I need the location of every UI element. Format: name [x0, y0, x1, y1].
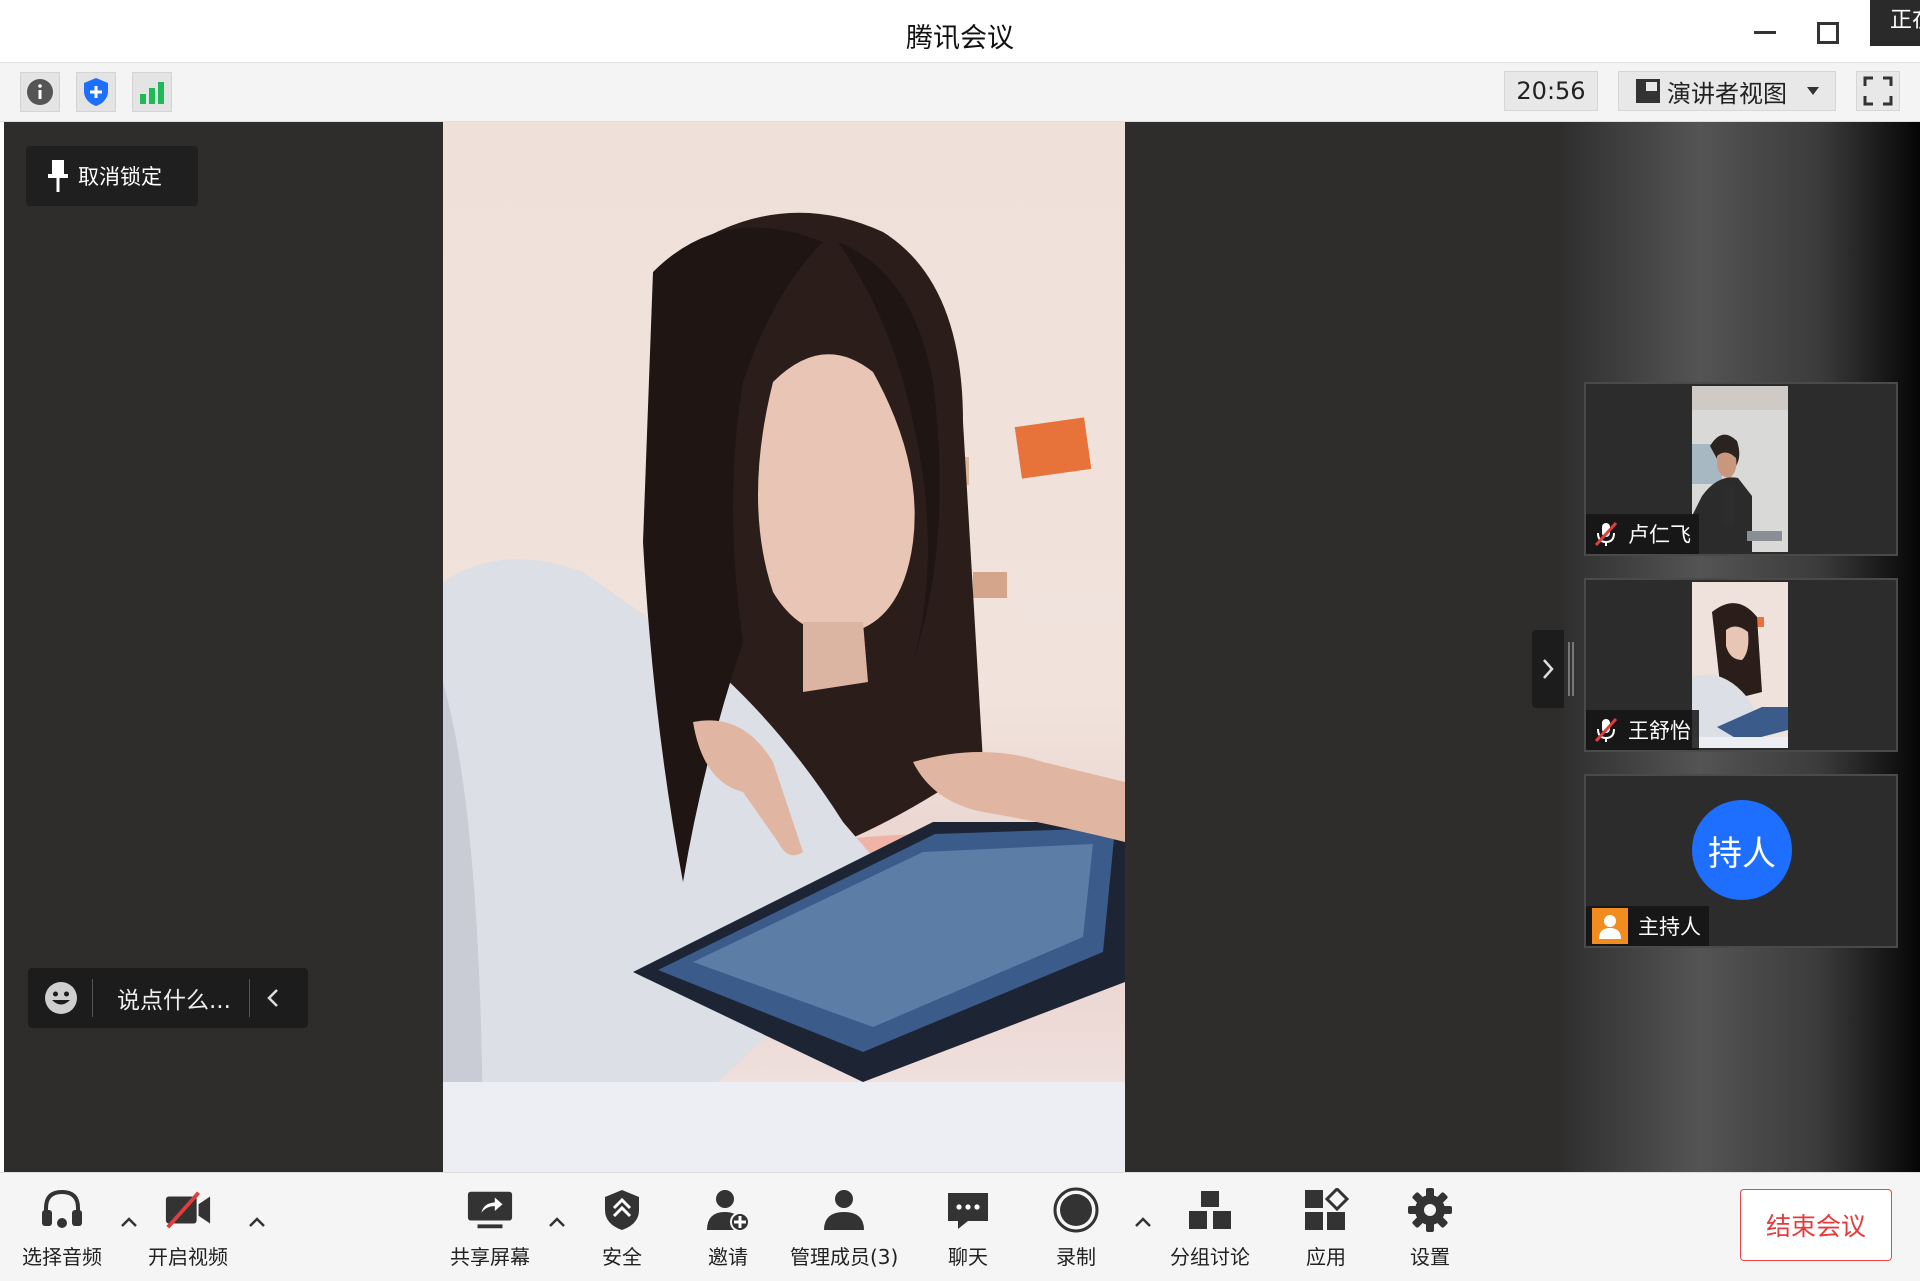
breakout-rooms-label: 分组讨论 [1170, 1245, 1250, 1269]
security-status-button[interactable] [76, 72, 116, 112]
invite-button[interactable]: 邀请 [704, 1187, 752, 1277]
meeting-info-bar: 20:56 演讲者视图 [0, 63, 1920, 122]
maximize-button[interactable] [1806, 14, 1846, 50]
unpin-button[interactable]: 取消锁定 [26, 146, 198, 206]
host-icon [1592, 908, 1628, 944]
security-button[interactable]: 安全 [598, 1187, 646, 1277]
unpin-label: 取消锁定 [78, 165, 162, 189]
view-layout-dropdown[interactable]: 演讲者视图 [1618, 71, 1836, 111]
meeting-timer: 20:56 [1504, 71, 1598, 111]
gear-icon [1408, 1188, 1452, 1232]
participant-name: 王舒怡 [1628, 719, 1691, 743]
chat-icon [948, 1193, 988, 1229]
chevron-up-icon [121, 1217, 137, 1227]
shield-icon [84, 78, 108, 106]
participant-tile[interactable]: 卢仁飞 [1584, 382, 1898, 556]
chevron-up-icon [549, 1217, 565, 1227]
title-bar: 腾讯会议 正在 [0, 0, 1920, 63]
speaker-video [443, 122, 1125, 1172]
headset-icon [42, 1189, 82, 1228]
participant-video [1692, 386, 1788, 552]
divider [248, 979, 250, 1017]
share-options-button[interactable] [546, 1213, 568, 1231]
chevron-up-icon [249, 1217, 265, 1227]
security-label: 安全 [602, 1245, 642, 1269]
view-layout-label: 演讲者视图 [1667, 79, 1787, 108]
apps-button[interactable]: 应用 [1302, 1187, 1350, 1277]
microphone-muted-icon [1594, 521, 1618, 547]
record-button[interactable]: 录制 [1052, 1187, 1100, 1277]
record-icon [1053, 1187, 1099, 1233]
breakout-rooms-button[interactable]: 分组讨论 [1170, 1187, 1250, 1277]
signal-icon [140, 82, 164, 104]
share-screen-icon [467, 1191, 513, 1229]
participant-tile[interactable]: 持人 主持人 [1584, 774, 1898, 948]
audio-label: 选择音频 [22, 1245, 102, 1269]
participant-name-bar: 王舒怡 [1586, 710, 1699, 750]
participant-video [1692, 582, 1788, 748]
video-camera-off-icon [165, 1191, 211, 1229]
audio-button[interactable]: 选择音频 [22, 1187, 102, 1277]
info-icon [27, 79, 53, 105]
invite-label: 邀请 [708, 1245, 748, 1269]
participant-name: 主持人 [1638, 915, 1701, 939]
apps-icon [1305, 1188, 1349, 1230]
avatar: 持人 [1692, 800, 1792, 900]
microphone-muted-icon [1594, 717, 1618, 743]
shield-icon [605, 1190, 639, 1230]
settings-label: 设置 [1410, 1245, 1450, 1269]
end-meeting-button[interactable]: 结束会议 [1740, 1189, 1892, 1261]
chat-label: 聊天 [948, 1245, 988, 1269]
video-options-button[interactable] [246, 1213, 268, 1231]
fullscreen-icon [1863, 76, 1893, 106]
participant-tile[interactable]: 王舒怡 [1584, 578, 1898, 752]
quick-chat-box[interactable]: 说点什么... [28, 968, 308, 1028]
chat-button[interactable]: 聊天 [944, 1187, 992, 1277]
status-badge: 正在 [1870, 0, 1920, 46]
record-label: 录制 [1056, 1245, 1096, 1269]
share-screen-button[interactable]: 共享屏幕 [450, 1187, 530, 1277]
fullscreen-button[interactable] [1856, 71, 1900, 111]
participant-name-bar: 卢仁飞 [1586, 514, 1699, 554]
chevron-down-icon [1807, 87, 1819, 95]
collapse-panel-button[interactable] [1532, 630, 1564, 708]
meeting-info-button[interactable] [20, 72, 60, 112]
divider [92, 979, 93, 1017]
network-status-button[interactable] [132, 72, 172, 112]
layout-icon [1636, 79, 1660, 103]
resize-handle[interactable] [1568, 642, 1574, 696]
participant-name-bar: 主持人 [1586, 906, 1709, 946]
add-user-icon [707, 1190, 750, 1232]
record-options-button[interactable] [1132, 1213, 1154, 1231]
apps-label: 应用 [1306, 1245, 1346, 1269]
manage-members-label: 管理成员(3) [790, 1245, 899, 1269]
settings-button[interactable]: 设置 [1406, 1187, 1454, 1277]
share-screen-label: 共享屏幕 [450, 1245, 530, 1269]
speaker-video-frame [443, 212, 1125, 1172]
minimize-button[interactable] [1744, 14, 1784, 50]
pin-icon [48, 160, 68, 192]
audio-options-button[interactable] [118, 1213, 140, 1231]
video-button[interactable]: 开启视频 [148, 1187, 228, 1277]
manage-members-button[interactable]: 管理成员(3) [790, 1187, 898, 1277]
window-title: 腾讯会议 [906, 23, 1014, 54]
participant-name: 卢仁飞 [1628, 523, 1691, 547]
breakout-icon [1189, 1191, 1231, 1229]
chevron-up-icon [1135, 1217, 1151, 1227]
emoji-icon [45, 982, 77, 1014]
chat-input-placeholder[interactable]: 说点什么... [117, 981, 231, 1015]
chevron-right-icon [1543, 659, 1554, 679]
chevron-left-icon[interactable] [266, 988, 280, 1008]
meeting-toolbar: 选择音频 开启视频 共享屏幕 安全 邀请 管理成员(3) 聊天 录制 分组讨论 … [0, 1172, 1920, 1281]
members-icon [824, 1190, 865, 1230]
video-label: 开启视频 [148, 1245, 228, 1269]
